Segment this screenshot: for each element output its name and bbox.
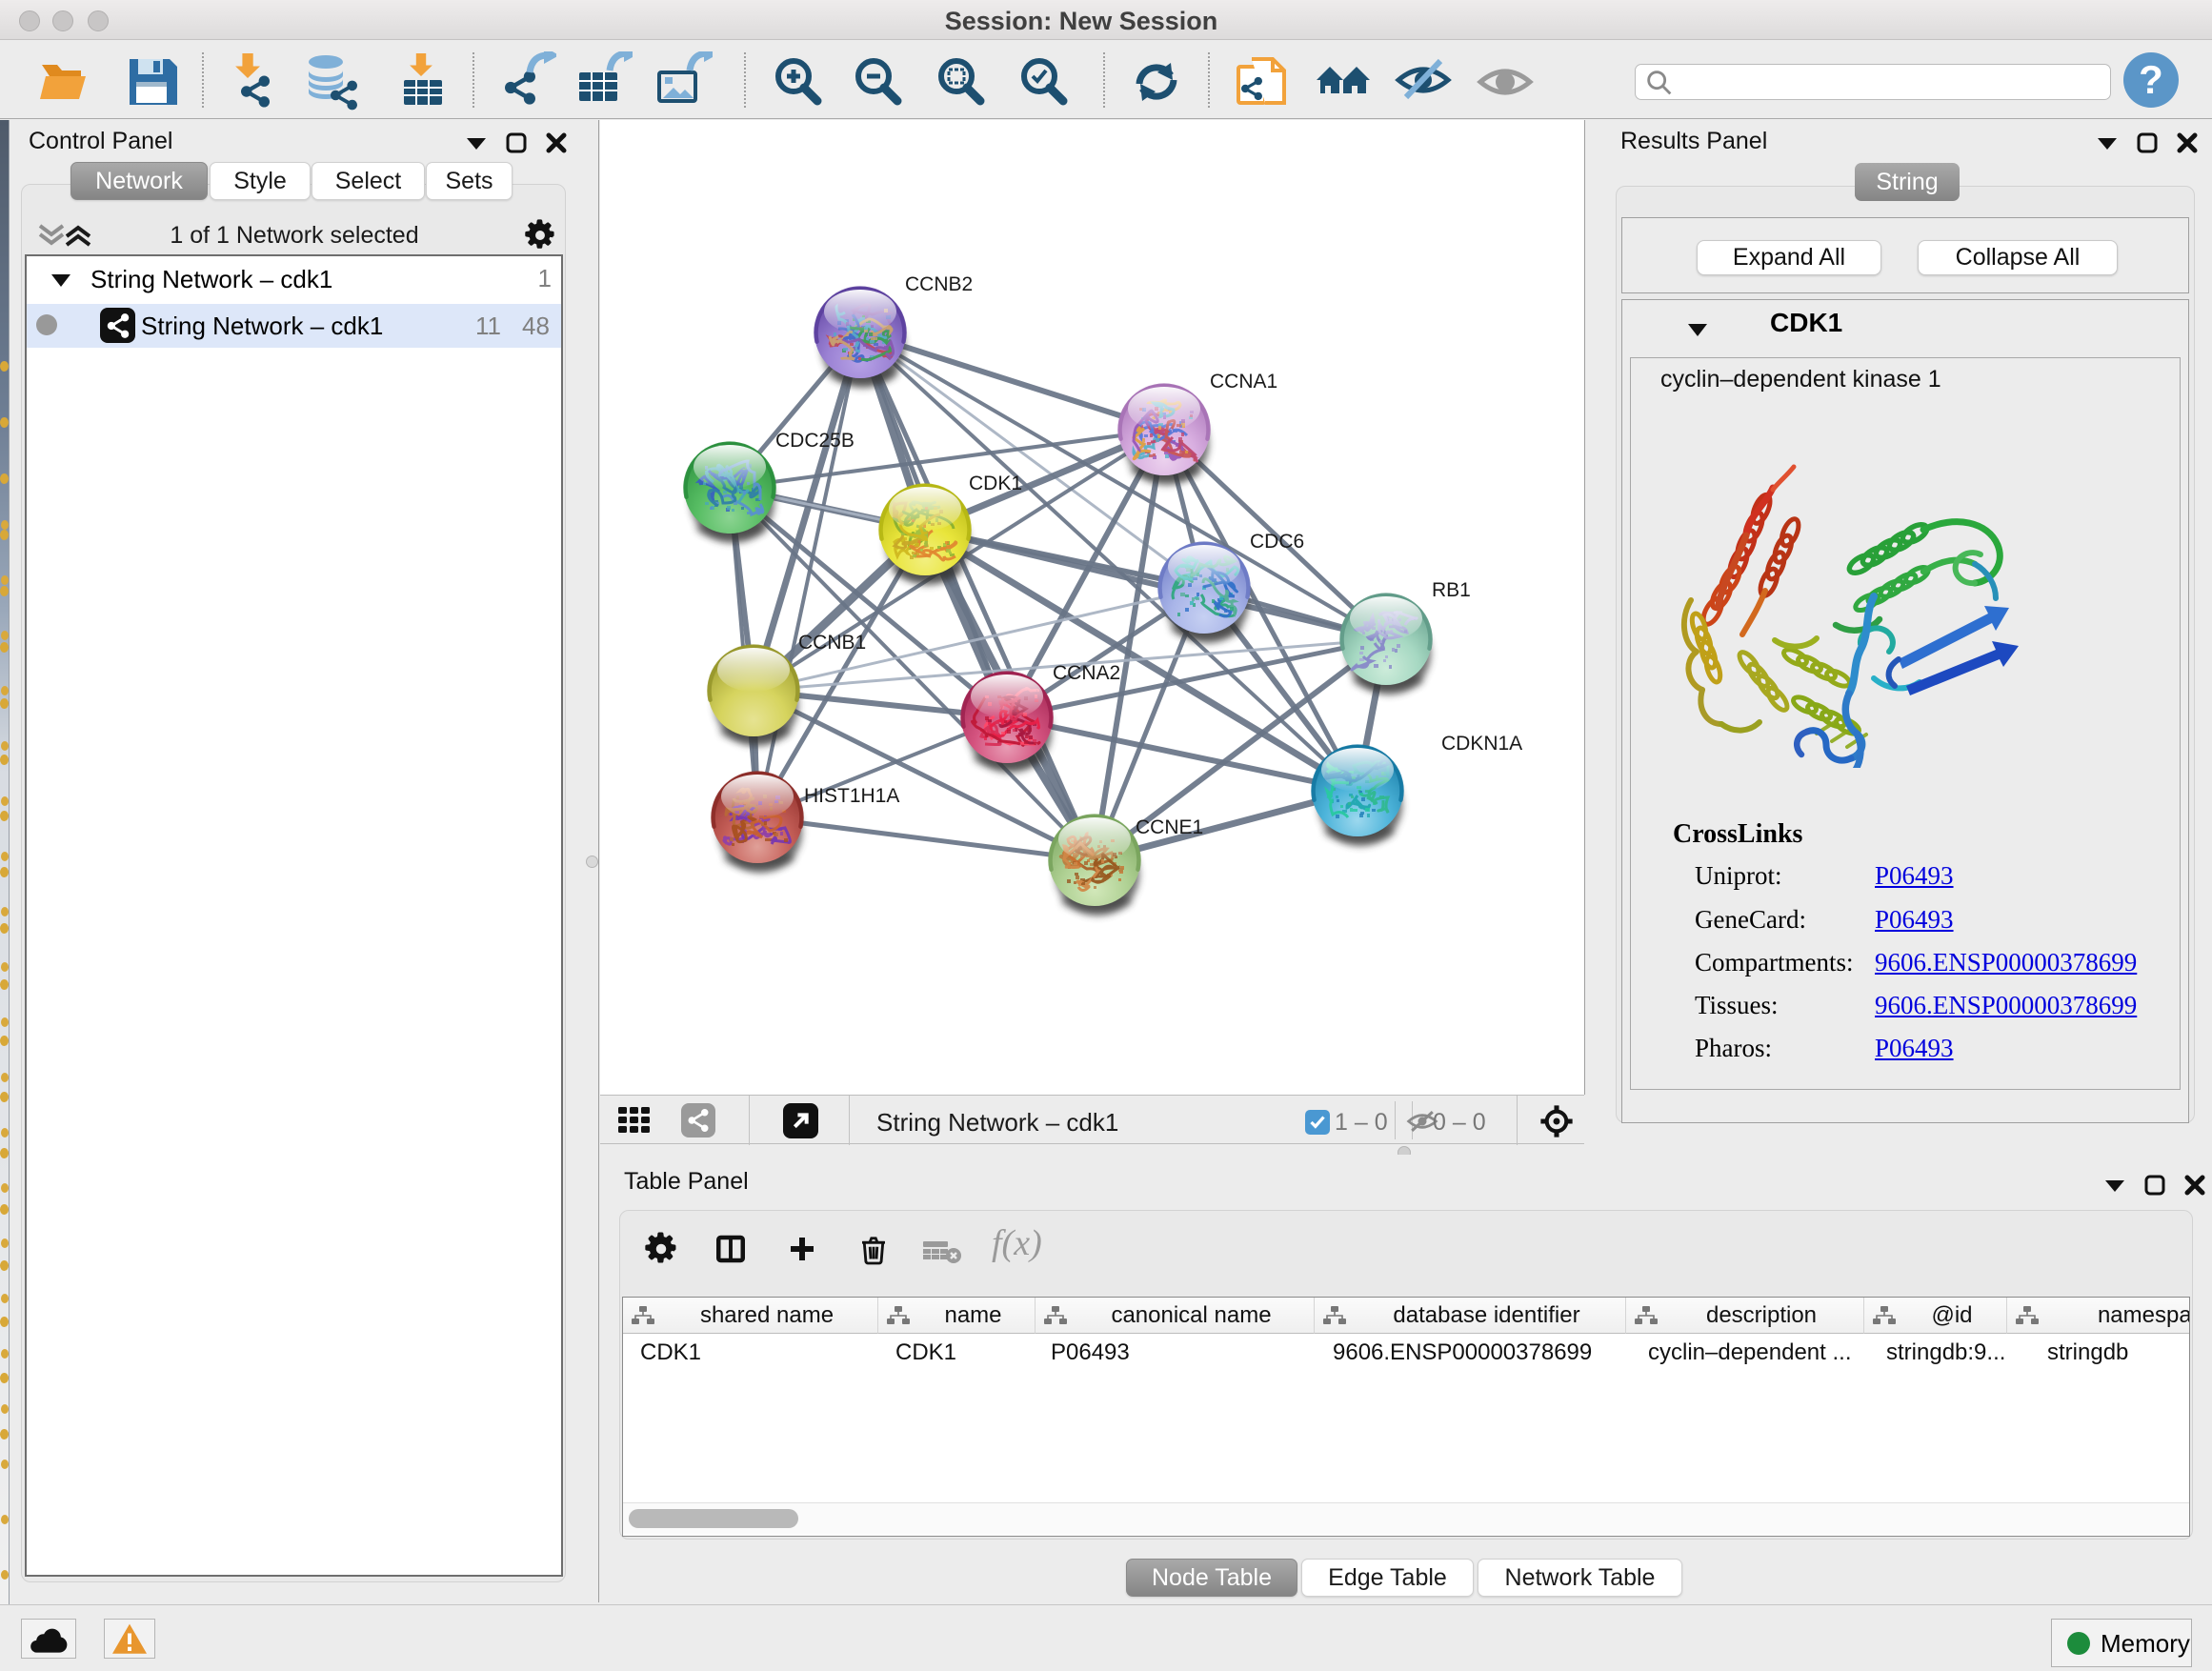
- svg-text:CCNE1: CCNE1: [1136, 816, 1203, 838]
- svg-text:CDC25B: CDC25B: [775, 430, 855, 452]
- svg-text:CCNB1: CCNB1: [798, 632, 866, 654]
- svg-text:CCNA1: CCNA1: [1210, 371, 1277, 393]
- svg-text:CDK1: CDK1: [969, 473, 1022, 494]
- svg-text:CCNB2: CCNB2: [905, 273, 973, 295]
- svg-text:CDKN1A: CDKN1A: [1441, 733, 1522, 755]
- svg-text:CCNA2: CCNA2: [1053, 662, 1120, 684]
- svg-text:HIST1H1A: HIST1H1A: [804, 785, 899, 807]
- svg-text:CDC6: CDC6: [1250, 531, 1304, 553]
- svg-text:RB1: RB1: [1432, 579, 1471, 601]
